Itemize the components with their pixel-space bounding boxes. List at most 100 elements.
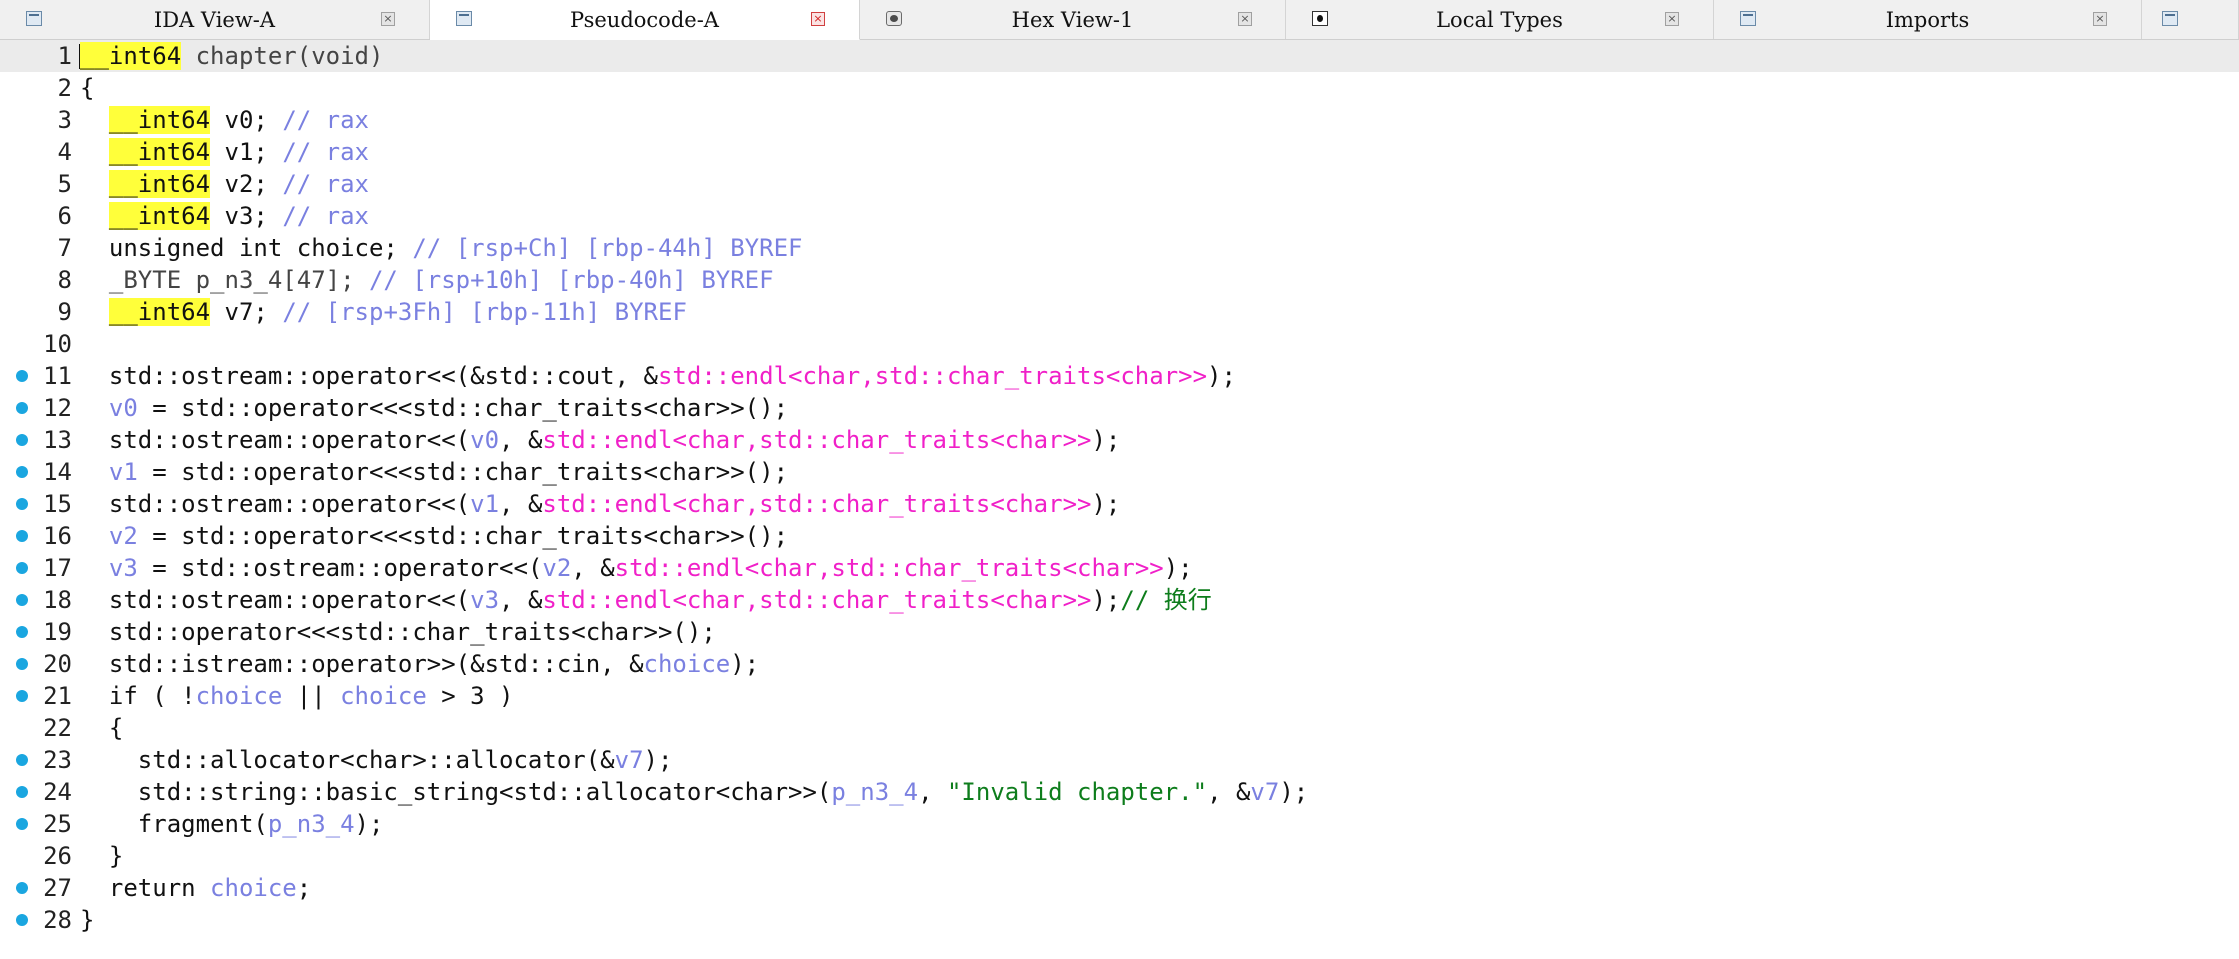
close-icon[interactable]: × <box>1238 12 1252 26</box>
code-line[interactable]: 27 return choice; <box>0 872 2239 904</box>
code-token[interactable]: ); <box>1091 426 1120 454</box>
code-text[interactable]: __int64 v7; // [rsp+3Fh] [rbp-11h] BYREF <box>80 296 687 328</box>
code-line[interactable]: 18 std::ostream::operator<<(v3, &std::en… <box>0 584 2239 616</box>
breakpoint-dot-icon[interactable] <box>16 882 28 894</box>
code-token[interactable]: std::endl<char,std::char_traits<char>> <box>542 586 1091 614</box>
code-line[interactable]: 5 __int64 v2; // rax <box>0 168 2239 200</box>
code-line[interactable]: 2{ <box>0 72 2239 104</box>
code-text[interactable]: unsigned int choice; // [rsp+Ch] [rbp-44… <box>80 232 803 264</box>
code-token[interactable] <box>80 202 109 230</box>
close-icon[interactable]: × <box>1665 12 1679 26</box>
breakpoint-dot-icon[interactable] <box>16 562 28 574</box>
breakpoint-dot-icon[interactable] <box>16 466 28 478</box>
code-token[interactable]: fragment( <box>80 810 268 838</box>
code-line[interactable]: 22 { <box>0 712 2239 744</box>
code-token[interactable]: // rax <box>282 138 369 166</box>
tab-extra-view[interactable] <box>2142 0 2239 39</box>
code-token[interactable]: // rax <box>282 106 369 134</box>
code-token[interactable]: , <box>918 778 947 806</box>
code-token[interactable]: } <box>80 906 94 934</box>
code-line[interactable]: 3 __int64 v0; // rax <box>0 104 2239 136</box>
code-token[interactable] <box>80 458 109 486</box>
code-text[interactable]: fragment(p_n3_4); <box>80 808 384 840</box>
code-token[interactable]: return <box>80 874 210 902</box>
tab-local-types[interactable]: Local Types × <box>1286 0 1714 39</box>
code-token[interactable]: ; <box>297 874 311 902</box>
breakpoint-dot-icon[interactable] <box>16 402 28 414</box>
code-token[interactable]: = std::operator<<<std::char_traits<char>… <box>138 458 788 486</box>
code-line[interactable]: 24 std::string::basic_string<std::alloca… <box>0 776 2239 808</box>
code-token[interactable]: std::endl<char,std::char_traits<char>> <box>542 426 1091 454</box>
breakpoint-dot-icon[interactable] <box>16 498 28 510</box>
code-token[interactable]: std::endl<char,std::char_traits<char>> <box>615 554 1164 582</box>
code-token[interactable]: "Invalid chapter." <box>947 778 1207 806</box>
code-line[interactable]: 13 std::ostream::operator<<(v0, &std::en… <box>0 424 2239 456</box>
code-text[interactable]: std::ostream::operator<<(v1, &std::endl<… <box>80 488 1121 520</box>
code-text[interactable]: v0 = std::operator<<<std::char_traits<ch… <box>80 392 788 424</box>
code-token[interactable]: ); <box>730 650 759 678</box>
code-token[interactable]: __int64 <box>108 202 211 230</box>
code-line[interactable]: 21 if ( !choice || choice > 3 ) <box>0 680 2239 712</box>
code-token[interactable]: v0 <box>109 394 138 422</box>
code-token[interactable]: { <box>80 74 94 102</box>
breakpoint-dot-icon[interactable] <box>16 530 28 542</box>
code-line[interactable]: 25 fragment(p_n3_4); <box>0 808 2239 840</box>
code-text[interactable]: _BYTE p_n3_4[47]; // [rsp+10h] [rbp-40h]… <box>80 264 774 296</box>
code-text[interactable]: v3 = std::ostream::operator<<(v2, &std::… <box>80 552 1193 584</box>
code-token[interactable]: v3 <box>109 554 138 582</box>
code-text[interactable]: __int64 v0; // rax <box>80 104 369 136</box>
code-token[interactable]: std::operator<<<std::char_traits<char>>(… <box>80 618 716 646</box>
code-token[interactable]: // [rsp+10h] [rbp-40h] BYREF <box>369 266 774 294</box>
code-token[interactable]: v1; <box>210 138 282 166</box>
code-line[interactable]: 17 v3 = std::ostream::operator<<(v2, &st… <box>0 552 2239 584</box>
code-token[interactable]: __int64 <box>108 138 211 166</box>
code-token[interactable] <box>80 138 109 166</box>
code-line[interactable]: 12 v0 = std::operator<<<std::char_traits… <box>0 392 2239 424</box>
code-text[interactable]: std::ostream::operator<<(v0, &std::endl<… <box>80 424 1121 456</box>
code-token[interactable]: v2; <box>210 170 282 198</box>
code-text[interactable]: std::ostream::operator<<(v3, &std::endl<… <box>80 584 1212 616</box>
code-token[interactable]: , & <box>571 554 614 582</box>
tab-hex-view-1[interactable]: Hex View-1 × <box>860 0 1286 39</box>
code-token[interactable]: v3; <box>210 202 282 230</box>
breakpoint-dot-icon[interactable] <box>16 370 28 382</box>
code-text[interactable]: std::ostream::operator<<(&std::cout, &st… <box>80 360 1236 392</box>
code-token[interactable]: v2 <box>542 554 571 582</box>
code-line[interactable]: 19 std::operator<<<std::char_traits<char… <box>0 616 2239 648</box>
breakpoint-dot-icon[interactable] <box>16 594 28 606</box>
code-line[interactable]: 16 v2 = std::operator<<<std::char_traits… <box>0 520 2239 552</box>
code-line[interactable]: 7 unsigned int choice; // [rsp+Ch] [rbp-… <box>0 232 2239 264</box>
code-token[interactable]: choice <box>196 682 283 710</box>
code-token[interactable]: std::endl<char,std::char_traits<char>> <box>658 362 1207 390</box>
code-token[interactable]: v0; <box>210 106 282 134</box>
code-text[interactable]: v2 = std::operator<<<std::char_traits<ch… <box>80 520 788 552</box>
code-text[interactable]: return choice; <box>80 872 311 904</box>
code-token[interactable]: v2 <box>109 522 138 550</box>
close-icon[interactable]: × <box>381 12 395 26</box>
code-token[interactable]: std::ostream::operator<<( <box>80 586 470 614</box>
code-token[interactable]: ); <box>1091 490 1120 518</box>
code-token[interactable]: v0 <box>470 426 499 454</box>
code-token[interactable]: ); <box>355 810 384 838</box>
code-token[interactable]: v1 <box>109 458 138 486</box>
pseudocode-editor[interactable]: 1 __int64 chapter(void) 2{3 __int64 v0; //… <box>0 40 2239 959</box>
code-text[interactable]: } <box>80 840 123 872</box>
code-token[interactable]: _BYTE p_n3_4[47]; <box>80 266 369 294</box>
code-text[interactable]: std::operator<<<std::char_traits<char>>(… <box>80 616 716 648</box>
code-token[interactable]: std::allocator<char>::allocator(& <box>80 746 615 774</box>
code-line[interactable]: 9 __int64 v7; // [rsp+3Fh] [rbp-11h] BYR… <box>0 296 2239 328</box>
code-token[interactable]: std::istream::operator>>(&std::cin, & <box>80 650 644 678</box>
close-icon[interactable]: × <box>811 12 825 26</box>
code-line[interactable]: 11 std::ostream::operator<<(&std::cout, … <box>0 360 2239 392</box>
breakpoint-dot-icon[interactable] <box>16 690 28 702</box>
code-token[interactable] <box>80 554 109 582</box>
code-token[interactable]: v7; <box>210 298 282 326</box>
code-line[interactable]: 14 v1 = std::operator<<<std::char_traits… <box>0 456 2239 488</box>
code-text[interactable]: std::allocator<char>::allocator(&v7); <box>80 744 673 776</box>
code-token[interactable]: // [rsp+Ch] [rbp-44h] BYREF <box>412 234 802 262</box>
code-token[interactable]: p_n3_4 <box>268 810 355 838</box>
code-token[interactable]: v7 <box>1250 778 1279 806</box>
code-token[interactable]: std::ostream::operator<<(&std::cout, & <box>80 362 658 390</box>
code-token[interactable]: , & <box>499 426 542 454</box>
code-token[interactable]: choice <box>340 682 427 710</box>
